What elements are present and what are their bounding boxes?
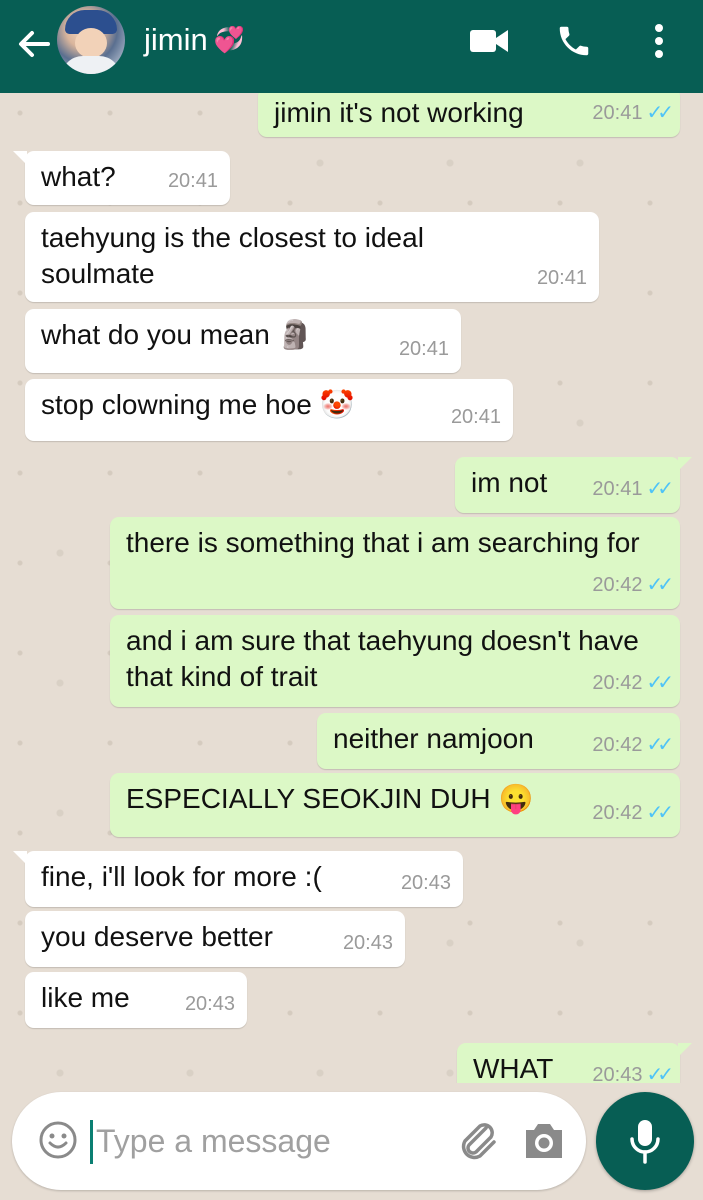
message-bubble-incoming[interactable]: taehyung is the closest to ideal soulmat… [25, 212, 599, 302]
message-bubble-outgoing[interactable]: im not 20:41 ✓✓ [455, 457, 692, 513]
attach-button[interactable] [456, 1118, 500, 1164]
message-time: 20:43 [592, 1064, 643, 1083]
microphone-icon [630, 1120, 660, 1164]
message-time: 20:42 [592, 574, 643, 596]
text-cursor [90, 1120, 93, 1164]
message-text: and i am sure that taehyung doesn't have… [126, 625, 639, 692]
smiley-icon [39, 1121, 77, 1159]
message-time: 20:43 [342, 932, 393, 954]
message-text: WHAT [473, 1053, 554, 1083]
message-bubble-incoming[interactable]: what do you mean 🗿 20:41 [25, 309, 461, 373]
avatar[interactable] [57, 6, 125, 74]
moai-emoji: 🗿 [277, 319, 313, 350]
arrow-left-icon [19, 31, 50, 57]
message-time: 20:42 [592, 802, 643, 824]
message-bubble-outgoing[interactable]: ESPECIALLY SEOKJIN DUH 😛 20:42 ✓✓ [110, 773, 680, 837]
menu-button[interactable] [636, 18, 682, 64]
message-bubble-incoming[interactable]: stop clowning me hoe 🤡 20:41 [25, 379, 513, 441]
message-time: 20:41 [450, 406, 501, 428]
message-bubble-outgoing[interactable]: there is something that i am searching f… [110, 517, 680, 609]
message-time: 20:41 [398, 338, 449, 360]
back-button[interactable] [14, 24, 54, 64]
message-text: jimin it's not working [274, 97, 524, 128]
double-check-icon: ✓✓ [646, 734, 673, 756]
double-check-icon: ✓✓ [646, 478, 673, 500]
double-check-icon: ✓✓ [646, 1064, 673, 1083]
chat-header: jimin 💞 [0, 0, 703, 93]
message-time: 20:43 [400, 872, 451, 894]
message-text: fine, i'll look for more :( [41, 861, 322, 892]
message-time: 20:41 [592, 102, 643, 124]
phone-icon [559, 26, 589, 56]
double-check-icon: ✓✓ [646, 574, 673, 596]
emoji-button[interactable] [38, 1120, 78, 1160]
tongue-wink-emoji: 😛 [498, 783, 534, 814]
message-text: ESPECIALLY SEOKJIN DUH [126, 783, 491, 814]
video-camera-icon [470, 30, 508, 52]
voice-record-button[interactable] [596, 1092, 694, 1190]
more-vertical-icon [655, 24, 663, 58]
double-check-icon: ✓✓ [646, 102, 673, 124]
message-text: you deserve better [41, 921, 273, 952]
camera-button[interactable] [522, 1120, 566, 1162]
clown-face-emoji: 🤡 [319, 389, 355, 420]
camera-icon [526, 1124, 562, 1158]
voice-call-button[interactable] [551, 18, 597, 64]
contact-name[interactable]: jimin 💞 [144, 20, 245, 60]
message-text: what? [41, 161, 116, 192]
message-bubble-outgoing[interactable]: WHAT 20:43 ✓✓ [457, 1043, 692, 1083]
message-bubble-incoming[interactable]: fine, i'll look for more :( 20:43 [13, 851, 463, 907]
message-text: there is something that i am searching f… [126, 527, 640, 558]
message-time: 20:41 [536, 267, 587, 289]
message-bubble-incoming[interactable]: what? 20:41 [13, 151, 230, 205]
message-bubble-outgoing[interactable]: and i am sure that taehyung doesn't have… [110, 615, 680, 707]
double-check-icon: ✓✓ [646, 802, 673, 824]
composer-bar [12, 1092, 586, 1190]
message-text: stop clowning me hoe [41, 389, 312, 420]
message-list[interactable]: jimin it's not working 20:41 ✓✓ what? 20:… [0, 93, 703, 1083]
message-time: 20:42 [592, 734, 643, 756]
contact-name-text: jimin [144, 22, 208, 57]
sparkling-hearts-emoji: 💞 [213, 26, 245, 54]
message-input[interactable] [94, 1116, 438, 1166]
message-text: im not [471, 467, 548, 498]
message-bubble-incoming[interactable]: you deserve better 20:43 [25, 911, 405, 967]
video-call-button[interactable] [466, 18, 512, 64]
message-text: taehyung is the closest to ideal soulmat… [41, 222, 424, 289]
message-bubble-outgoing[interactable]: jimin it's not working 20:41 ✓✓ [258, 93, 680, 137]
message-bubble-outgoing[interactable]: neither namjoon 20:42 ✓✓ [317, 713, 680, 769]
message-bubble-incoming[interactable]: like me 20:43 [25, 972, 247, 1028]
message-text: neither namjoon [333, 723, 534, 754]
message-time: 20:41 [592, 478, 643, 500]
message-time: 20:42 [592, 672, 643, 694]
message-text: what do you mean [41, 319, 270, 350]
message-time: 20:43 [184, 993, 235, 1015]
message-text: like me [41, 982, 130, 1013]
double-check-icon: ✓✓ [646, 672, 673, 694]
message-time: 20:41 [167, 170, 218, 192]
paperclip-icon [461, 1123, 496, 1160]
